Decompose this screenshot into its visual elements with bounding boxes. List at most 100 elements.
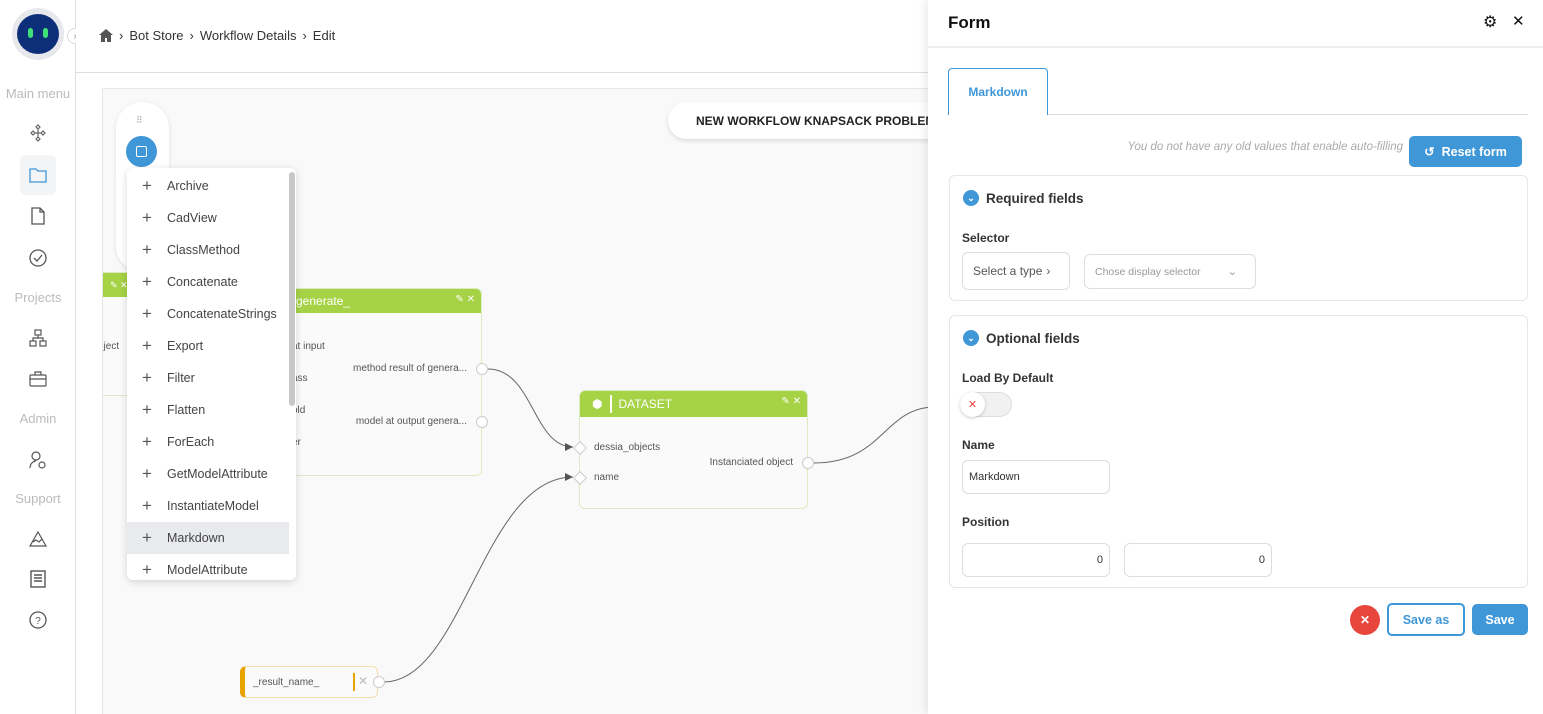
selector-label: Selector bbox=[962, 231, 1010, 245]
node-title: _result_name_ bbox=[253, 677, 320, 688]
type-select-value: Select a type bbox=[973, 264, 1043, 278]
save-as-button[interactable]: Save as bbox=[1387, 603, 1465, 636]
node-generate[interactable]: generate_ ✎ ✕ at input ass old er method… bbox=[283, 288, 488, 476]
menu-item-flatten[interactable]: + Flatten bbox=[127, 394, 289, 426]
tab-markdown[interactable]: Markdown bbox=[948, 68, 1048, 115]
workflow-title[interactable]: NEW WORKFLOW KNAPSACK PROBLEM bbox=[668, 102, 928, 139]
add-block-button[interactable] bbox=[126, 136, 157, 167]
position-y-input[interactable]: 0 bbox=[1124, 543, 1272, 577]
load-by-default-toggle[interactable]: ✕ bbox=[960, 392, 1012, 417]
autofill-hint: You do not have any old values that enab… bbox=[1127, 141, 1403, 153]
gear-icon[interactable]: ⚙ bbox=[1483, 12, 1497, 32]
chevron-right-icon: › bbox=[1046, 264, 1051, 278]
briefcase-icon[interactable] bbox=[24, 365, 52, 393]
output-port[interactable] bbox=[476, 416, 488, 428]
cube-icon: ⬢ bbox=[592, 397, 603, 411]
plus-icon: + bbox=[142, 368, 152, 387]
section-admin: Admin bbox=[19, 411, 57, 426]
menu-item-label: ModelAttribute bbox=[167, 563, 248, 577]
plus-icon: + bbox=[142, 560, 152, 579]
output-port[interactable] bbox=[476, 363, 488, 375]
required-fields-toggle[interactable]: ⌄ Required fields bbox=[963, 190, 1084, 206]
menu-item-classmethod[interactable]: + ClassMethod bbox=[127, 234, 289, 266]
block-icon bbox=[136, 146, 147, 157]
node-dataset[interactable]: ⬢ DATASET ✎ ✕ dessia_objects name Instanc… bbox=[572, 390, 814, 509]
menu-item-modelattribute[interactable]: + ModelAttribute bbox=[127, 554, 289, 580]
logo[interactable] bbox=[12, 8, 64, 60]
breadcrumb: › Bot Store › Workflow Details › Edit bbox=[99, 28, 335, 43]
plus-icon: + bbox=[142, 496, 152, 515]
chart-triangle-icon[interactable] bbox=[24, 525, 52, 553]
chevron-down-icon: ⌄ bbox=[963, 330, 979, 346]
hierarchy-icon[interactable] bbox=[24, 324, 52, 352]
menu-item-cadview[interactable]: + CadView bbox=[127, 202, 289, 234]
cancel-button[interactable]: ✕ bbox=[1350, 605, 1380, 635]
svg-text:?: ? bbox=[35, 616, 41, 627]
breadcrumb-bot-store[interactable]: Bot Store bbox=[129, 28, 183, 43]
menu-item-concatenate[interactable]: + Concatenate bbox=[127, 266, 289, 298]
node-input-label: oject bbox=[103, 341, 120, 352]
check-circle-icon[interactable] bbox=[24, 244, 52, 272]
home-icon[interactable] bbox=[99, 29, 113, 42]
document-icon[interactable] bbox=[24, 202, 52, 230]
display-selector-placeholder: Chose display selector bbox=[1095, 265, 1201, 278]
node-output-label: Instanciated object bbox=[709, 457, 793, 468]
name-input[interactable]: Markdown bbox=[962, 460, 1110, 494]
position-x-input[interactable]: 0 bbox=[962, 543, 1110, 577]
menu-item-foreach[interactable]: + ForEach bbox=[127, 426, 289, 458]
plus-icon: + bbox=[142, 176, 152, 195]
optional-fields-title: Optional fields bbox=[986, 330, 1080, 346]
menu-item-concatenatestrings[interactable]: + ConcatenateStrings bbox=[127, 298, 289, 330]
menu-item-archive[interactable]: + Archive bbox=[127, 170, 289, 202]
required-fields-card: ⌄ Required fields Selector Select a type ›… bbox=[949, 175, 1528, 301]
menu-item-export[interactable]: + Export bbox=[127, 330, 289, 362]
connection-dataset-out bbox=[813, 407, 928, 464]
menu-item-filter[interactable]: + Filter bbox=[127, 362, 289, 394]
menu-item-label: ClassMethod bbox=[167, 243, 240, 257]
plus-icon: + bbox=[142, 240, 152, 259]
plus-icon: + bbox=[142, 208, 152, 227]
workflow-icon[interactable] bbox=[24, 119, 52, 147]
position-label: Position bbox=[962, 515, 1010, 529]
close-icon[interactable]: ✕ bbox=[358, 674, 368, 688]
save-button[interactable]: Save bbox=[1472, 604, 1528, 635]
form-panel: Form ⚙ ✕ Markdown You do not have any ol… bbox=[928, 0, 1543, 714]
menu-item-label: Archive bbox=[167, 179, 209, 193]
reset-form-button[interactable]: ↺ Reset form bbox=[1409, 136, 1522, 167]
book-icon[interactable] bbox=[24, 565, 52, 593]
node-edit-close-icons[interactable]: ✎ ✕ bbox=[781, 396, 801, 407]
menu-item-instantiatemodel[interactable]: + InstantiateModel bbox=[127, 490, 289, 522]
block-type-menu: + Archive + CadView + ClassMethod + Concatenate… bbox=[127, 168, 296, 580]
node-input-label: name bbox=[594, 472, 620, 483]
node-title: generate_ bbox=[296, 294, 351, 308]
menu-item-label: Flatten bbox=[167, 403, 206, 417]
output-port[interactable] bbox=[373, 676, 385, 688]
menu-scrollbar[interactable] bbox=[289, 172, 295, 406]
chevron-down-icon: ⌄ bbox=[1227, 266, 1237, 278]
user-settings-icon[interactable] bbox=[24, 446, 52, 474]
node-result-name[interactable]: _result_name_ ✕ bbox=[240, 666, 385, 698]
panel-title: Form bbox=[948, 13, 991, 32]
folder-icon[interactable] bbox=[20, 155, 56, 195]
chevron-down-icon: ⌄ bbox=[963, 190, 979, 206]
node-input-label: at input bbox=[292, 341, 325, 352]
output-port[interactable] bbox=[802, 457, 814, 469]
menu-item-markdown[interactable]: + Markdown bbox=[127, 522, 289, 554]
type-select[interactable]: Select a type › bbox=[962, 252, 1070, 290]
close-icon[interactable]: ✕ bbox=[1512, 12, 1525, 30]
optional-fields-toggle[interactable]: ⌄ Optional fields bbox=[963, 330, 1080, 346]
drag-handle-icon[interactable]: ⠿ bbox=[136, 115, 143, 126]
plus-icon: + bbox=[142, 400, 152, 419]
connection-result-name-dataset bbox=[383, 476, 574, 683]
menu-item-label: GetModelAttribute bbox=[167, 467, 268, 481]
header: › Bot Store › Workflow Details › Edit bbox=[76, 0, 928, 73]
section-support: Support bbox=[15, 491, 61, 506]
help-icon[interactable]: ? bbox=[24, 606, 52, 634]
breadcrumb-workflow-details[interactable]: Workflow Details bbox=[200, 28, 297, 43]
node-edit-close-icons[interactable]: ✎ ✕ bbox=[455, 294, 475, 305]
plus-icon: + bbox=[142, 304, 152, 323]
menu-item-label: Concatenate bbox=[167, 275, 238, 289]
menu-item-getmodelattribute[interactable]: + GetModelAttribute bbox=[127, 458, 289, 490]
display-selector-select[interactable]: Chose display selector ⌄ bbox=[1084, 254, 1256, 289]
plus-icon: + bbox=[142, 432, 152, 451]
